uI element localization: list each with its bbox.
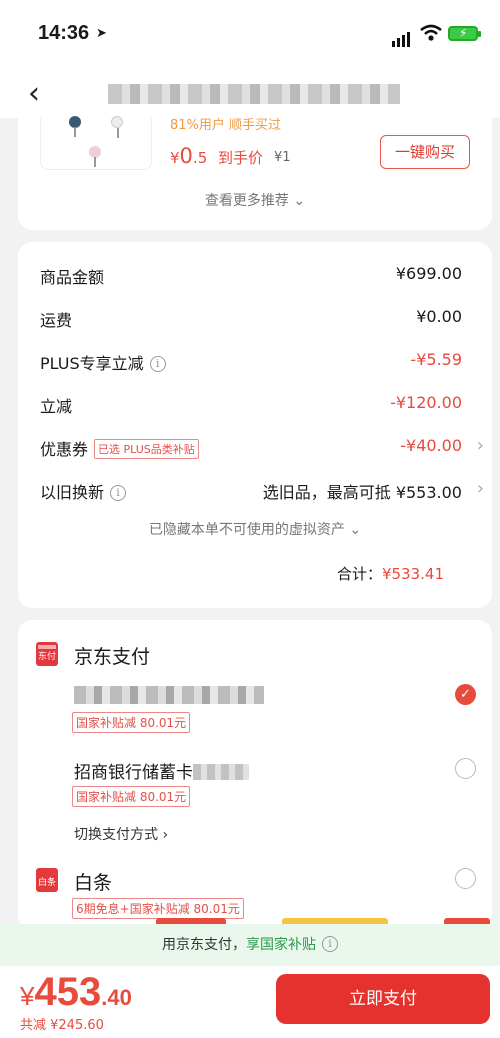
jd-pay-icon: 东付 (36, 642, 58, 666)
status-time: 14:36 (38, 22, 90, 44)
card-radio-selected[interactable]: ✓ (455, 684, 476, 705)
status-bar: 14:36 ➤ ⚡ (0, 0, 500, 70)
battery-icon: ⚡ (448, 26, 481, 41)
product-thumbnail[interactable] (40, 116, 152, 170)
baitiao-radio[interactable] (455, 868, 476, 889)
baitiao-promo-tag: 6期免息+国家补贴减 80.01元 (72, 898, 244, 919)
sale-stat: 81%用户 顺手买过 (170, 118, 282, 133)
bank-card-number-blurred (193, 764, 249, 780)
hidden-assets-toggle[interactable]: 已隐藏本单不可使用的虚拟资产 ⌄ (18, 519, 492, 539)
subsidy-tag: 国家补贴减 80.01元 (72, 712, 191, 733)
order-total: 合计：¥533.41 (336, 565, 444, 583)
summary-row-tradein[interactable]: 以旧换新 i 选旧品，最高可抵 ¥553.00 › (40, 478, 484, 503)
summary-row-shipping: 运费 ¥0.00 (40, 307, 462, 330)
payment-method-card: 东付 京东支付 国家补贴减 80.01元 ✓ 招商银行储蓄卡 国家补贴减 80.… (18, 620, 492, 930)
price-summary-card: 商品金额 ¥699.00 运费 ¥0.00 PLUS专享立减 i -¥5.59 立… (18, 242, 492, 608)
recommend-card: 81%用户 顺手买过 ¥0.5 到手价 ¥1 一键购买 查看更多推荐 ⌄ (18, 116, 492, 230)
recommend-original-price: ¥1 (274, 150, 291, 165)
info-icon[interactable]: i (149, 356, 166, 372)
switch-payment-method-link[interactable]: 切换支付方式 › (74, 824, 168, 844)
jd-pay-title: 京东支付 (74, 646, 151, 668)
summary-row-coupon[interactable]: 优惠券 已选 PLUS品类补贴 -¥40.00 › (40, 435, 484, 460)
view-more-recommend[interactable]: 查看更多推荐 ⌄ (18, 190, 492, 210)
wifi-icon (420, 24, 442, 41)
summary-row-goods: 商品金额 ¥699.00 (40, 264, 462, 287)
total-saved: 共减 ¥245.60 (20, 1018, 104, 1033)
coupon-tag: 已选 PLUS品类补贴 (94, 439, 199, 459)
bank-card-option[interactable]: 招商银行储蓄卡 (74, 758, 249, 783)
baitiao-title: 白条 (74, 872, 113, 894)
info-icon[interactable]: i (110, 485, 127, 501)
baitiao-icon: 白条 (36, 868, 58, 892)
page-title-blurred (108, 84, 400, 104)
back-button[interactable]: ‹ (28, 76, 40, 111)
nav-bar: ‹ (0, 70, 500, 118)
info-icon[interactable]: i (322, 936, 338, 952)
chevron-right-icon: › (476, 435, 484, 456)
cellular-signal-icon (392, 28, 412, 47)
summary-row-discount: 立减 -¥120.00 (40, 393, 462, 416)
summary-row-plus: PLUS专享立减 i -¥5.59 (40, 350, 462, 373)
location-arrow-icon: ➤ (96, 26, 107, 41)
one-click-buy-button[interactable]: 一键购买 (380, 135, 470, 169)
checkout-footer: ¥453.40 共减 ¥245.60 立即支付 (0, 966, 500, 1038)
pay-amount: ¥453.40 (20, 970, 132, 1014)
pay-now-button[interactable]: 立即支付 (276, 974, 490, 1024)
recommend-price: ¥0.5 到手价 (170, 144, 264, 168)
card-number-blurred[interactable] (74, 686, 264, 704)
subsidy-banner: 用京东支付，享国家补贴 i (0, 924, 500, 966)
subsidy-tag: 国家补贴减 80.01元 (72, 786, 191, 807)
chevron-right-icon: › (476, 478, 484, 499)
bank-card-radio[interactable] (455, 758, 476, 779)
